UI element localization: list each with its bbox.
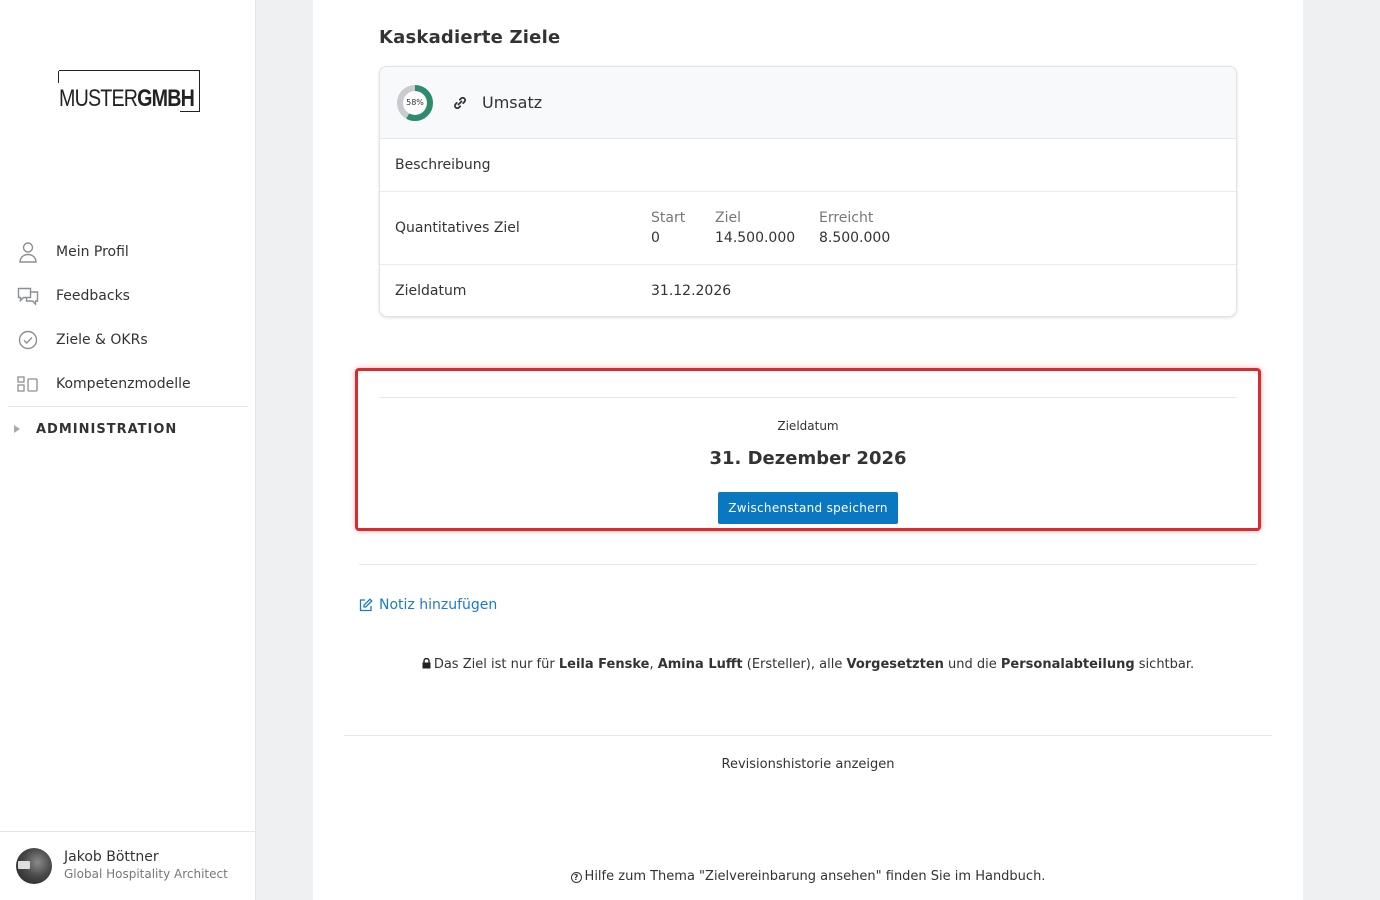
metric-reached-label: Erreicht [819,210,874,226]
main-panel: Kaskadierte Ziele 58% Umsatz Beschreibun… [313,0,1303,900]
nav-item-feedbacks[interactable]: Feedbacks [0,274,256,318]
company-logo[interactable]: MUSTERGMBH [58,70,200,112]
metric-start: Start 0 [651,208,715,248]
main-nav: Mein Profil Feedbacks Ziele & OKRs Kompe… [0,230,256,451]
metric-reached-value: 8.500.000 [819,230,891,246]
chat-icon [17,285,39,307]
sidebar: MUSTERGMBH Mein Profil Feedbacks Ziele &… [0,0,256,900]
visibility-supervisors: Vorgesetzten [846,657,944,672]
logo-text-light: MUSTER [59,85,138,112]
user-role: Global Hospitality Architect [64,867,228,881]
progress-label: 58% [406,98,424,107]
nav-item-label: Feedbacks [56,288,130,304]
goal-title: Umsatz [482,93,543,112]
user-icon [17,241,39,263]
date-value: 31.12.2026 [651,283,732,299]
visibility-comma: , [649,657,658,672]
revision-divider [344,735,1272,736]
add-note-link[interactable]: Notiz hinzufügen [359,597,497,613]
metric-target-label: Ziel [715,210,741,226]
add-note-label: Notiz hinzufügen [379,597,498,613]
description-label: Beschreibung [395,157,491,173]
goal-card: 58% Umsatz Beschreibung Quantitatives Zi… [379,66,1237,317]
quantitative-label: Quantitatives Ziel [395,220,520,236]
date-label: Zieldatum [395,283,467,299]
expand-triangle-icon [14,425,20,433]
section-divider [379,397,1237,398]
user-name: Jakob Böttner [64,849,159,865]
note-divider [359,564,1257,565]
nav-item-label: Mein Profil [56,244,129,260]
metric-start-value: 0 [651,230,660,246]
section-title: Kaskadierte Ziele [379,27,561,48]
nav-item-mein-profil[interactable]: Mein Profil [0,230,256,274]
avatar [16,848,52,884]
metric-reached: Erreicht 8.500.000 [819,208,929,248]
check-circle-icon [17,329,39,351]
visibility-suffix: sichtbar. [1134,657,1195,672]
visibility-and: und die [943,657,1001,672]
target-date-label: Zieldatum [777,419,839,433]
progress-donut: 58% [396,84,434,122]
save-progress-button[interactable]: Zwischenstand speichern [718,492,898,524]
metric-target-value: 14.500.000 [715,230,796,246]
visibility-person-1: Leila Fenske [558,657,650,672]
visibility-notice: Das Ziel ist nur für Leila Fenske, Amina… [313,657,1303,673]
goal-card-header[interactable]: 58% Umsatz [380,67,1236,139]
nav-item-ziele-okrs[interactable]: Ziele & OKRs [0,318,256,362]
metric-target: Ziel 14.500.000 [715,208,819,248]
lock-icon [422,657,431,673]
help-icon: ? [570,872,582,883]
nav-item-label: Kompetenzmodelle [56,376,191,392]
quantitative-row: Quantitatives Ziel Start 0 Ziel 14.500.0… [380,192,1236,265]
logo-text: MUSTERGMBH [59,85,195,112]
description-row: Beschreibung [380,139,1236,192]
link-icon [452,95,468,111]
edit-icon [359,598,373,612]
visibility-creator-note: (Ersteller), alle [742,657,847,672]
logo-text-bold: GMBH [137,85,195,112]
nav-item-kompetenzmodelle[interactable]: Kompetenzmodelle [0,362,256,406]
nav-item-label: Ziele & OKRs [56,332,148,348]
nav-item-administration[interactable]: ADMINISTRATION [0,407,256,451]
help-text[interactable]: Hilfe zum Thema "Zielvereinbarung ansehe… [585,869,1046,884]
help-notice: ? Hilfe zum Thema "Zielvereinbarung anseh… [313,869,1303,884]
revision-history-link[interactable]: Revisionshistorie anzeigen [313,757,1303,772]
admin-label: ADMINISTRATION [36,421,178,437]
target-date-value: 31. Dezember 2026 [709,448,907,469]
visibility-person-2: Amina Lufft [657,657,743,672]
visibility-prefix: Das Ziel ist nur für [433,657,559,672]
date-row: Zieldatum 31.12.2026 [380,265,1236,316]
blocks-icon [17,373,39,395]
user-profile[interactable]: Jakob Böttner Global Hospitality Archite… [0,831,256,900]
user-info: Jakob Böttner Global Hospitality Archite… [64,849,228,883]
metric-start-label: Start [651,210,686,226]
visibility-hr: Personalabteilung [1000,657,1135,672]
